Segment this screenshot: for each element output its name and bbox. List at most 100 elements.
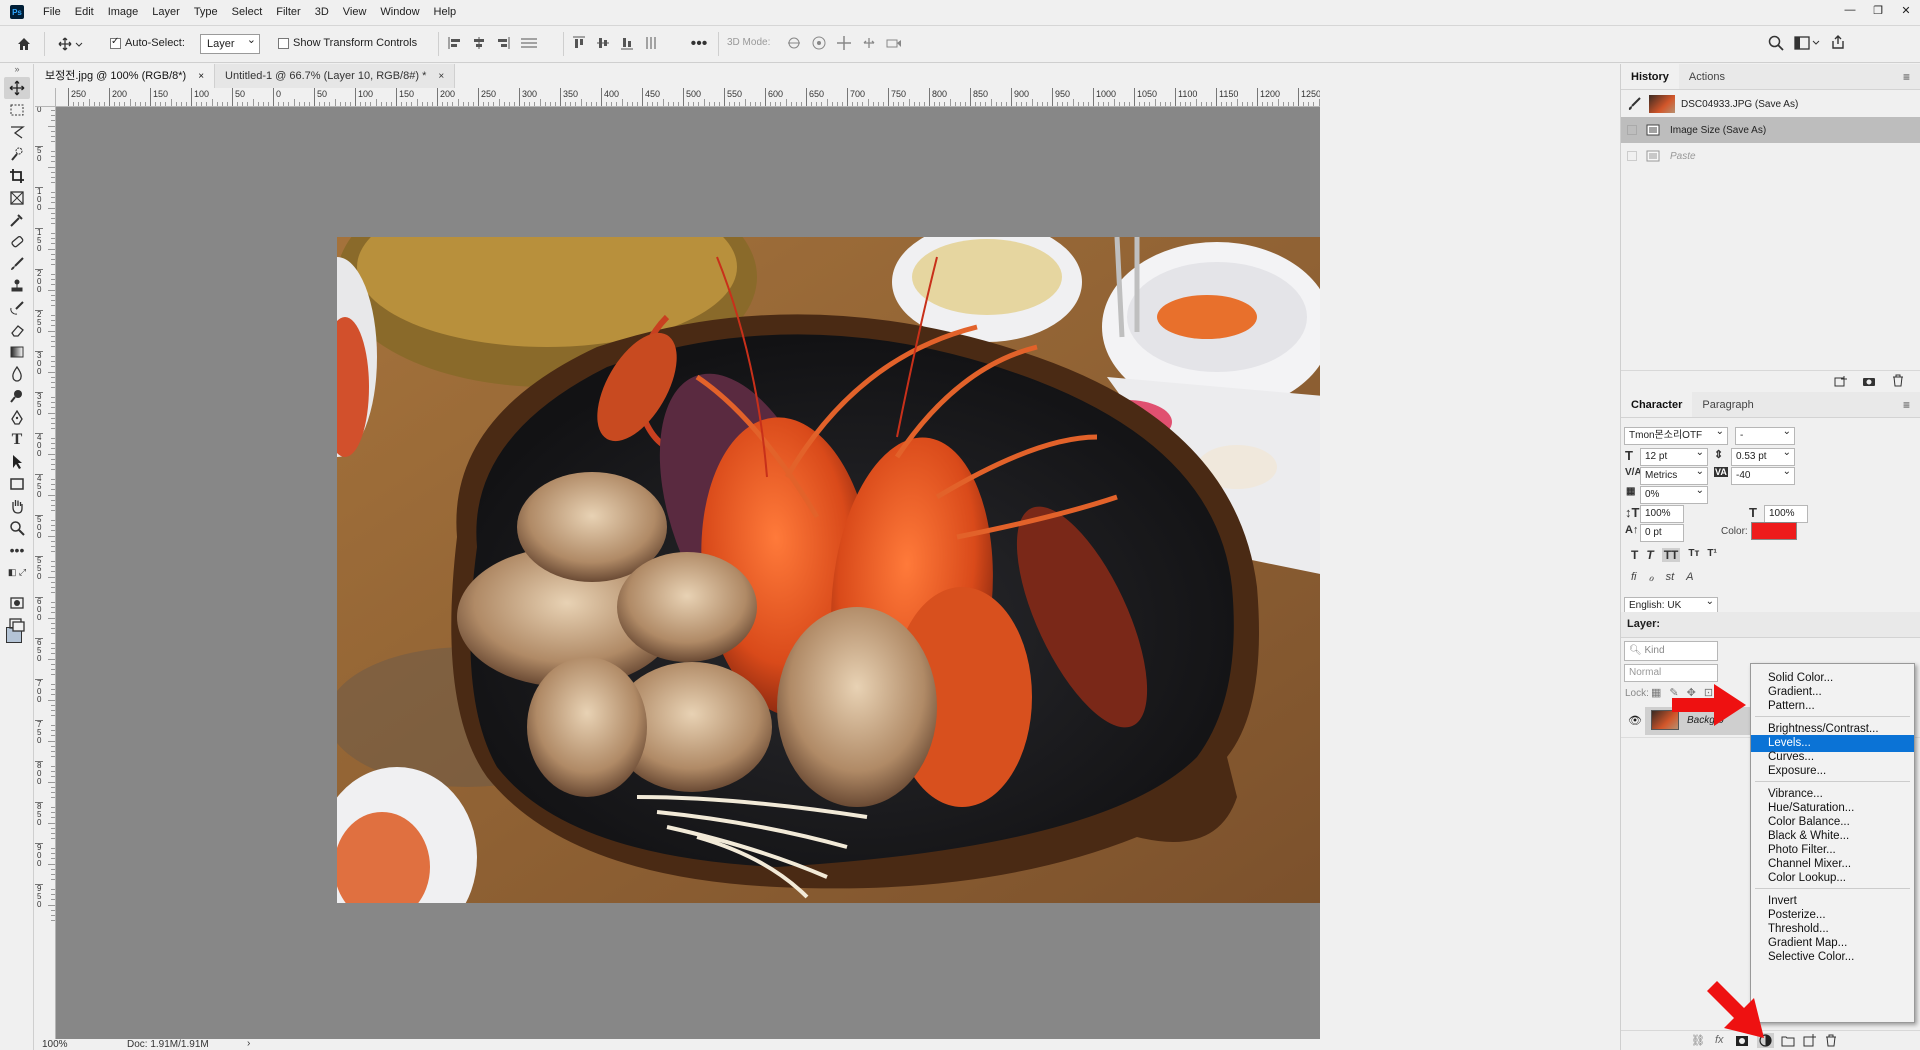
close-button[interactable]: ✕: [1892, 0, 1920, 20]
hand-tool-icon[interactable]: [4, 495, 30, 517]
history-snapshot[interactable]: DSC04933.JPG (Save As): [1621, 91, 1920, 117]
faux-bold-button[interactable]: T: [1631, 548, 1638, 562]
font-family-dropdown[interactable]: Tmon몬소리OTF: [1624, 424, 1728, 445]
delete-layer-trash-icon[interactable]: [1825, 1034, 1837, 1047]
gradient-tool-icon[interactable]: [4, 341, 30, 363]
font-style-dropdown[interactable]: -: [1735, 424, 1795, 445]
quick-selection-tool-icon[interactable]: [4, 143, 30, 165]
faux-italic-button[interactable]: T: [1646, 548, 1653, 562]
tab-document-1[interactable]: 보정전.jpg @ 100% (RGB/8*) ×: [35, 64, 216, 88]
quick-mask-icon[interactable]: [4, 592, 30, 614]
pen-tool-icon[interactable]: [4, 407, 30, 429]
zoom-level[interactable]: 100%: [42, 1039, 68, 1050]
tab-close-icon[interactable]: ×: [198, 71, 204, 82]
titling-button[interactable]: A: [1686, 571, 1693, 584]
discretionary-ligatures-button[interactable]: ℴ: [1649, 571, 1654, 584]
menu-image[interactable]: Image: [101, 0, 146, 24]
all-caps-button[interactable]: TT: [1661, 548, 1681, 562]
menu-select[interactable]: Select: [225, 0, 270, 24]
marquee-tool-icon[interactable]: [4, 99, 30, 121]
menu-item-color-lookup[interactable]: Color Lookup...: [1751, 870, 1914, 887]
align-bottom-icon[interactable]: [620, 36, 634, 50]
ligatures-button[interactable]: fi: [1631, 571, 1637, 584]
frame-tool-icon[interactable]: [4, 187, 30, 209]
ruler-origin[interactable]: [35, 88, 56, 107]
document-image[interactable]: [337, 237, 1335, 903]
menu-item-exposure[interactable]: Exposure...: [1751, 763, 1914, 780]
home-icon[interactable]: [14, 34, 34, 54]
share-icon[interactable]: [1830, 34, 1846, 50]
menu-filter[interactable]: Filter: [269, 0, 307, 24]
horizontal-scale-field[interactable]: 100%: [1764, 505, 1808, 523]
menu-file[interactable]: File: [36, 0, 68, 24]
align-hcenter-icon[interactable]: [472, 36, 486, 50]
align-left-icon[interactable]: [448, 36, 462, 50]
tracking-dropdown[interactable]: -40: [1731, 464, 1795, 485]
menu-item-pattern[interactable]: Pattern...: [1751, 698, 1914, 715]
align-right-icon[interactable]: [496, 36, 510, 50]
orbit-3d-icon[interactable]: [786, 35, 802, 51]
history-state-image-size[interactable]: Image Size (Save As): [1621, 117, 1920, 143]
healing-brush-tool-icon[interactable]: [4, 231, 30, 253]
menu-layer[interactable]: Layer: [145, 0, 187, 24]
distribute-icon[interactable]: [520, 36, 538, 50]
tab-paragraph[interactable]: Paragraph: [1692, 392, 1763, 417]
pan-3d-icon[interactable]: [836, 35, 852, 51]
menu-view[interactable]: View: [336, 0, 374, 24]
text-color-swatch[interactable]: [1751, 522, 1797, 540]
move-tool-preset-icon[interactable]: [56, 34, 86, 54]
slide-3d-icon[interactable]: [861, 35, 877, 51]
zoom-tool-icon[interactable]: [4, 517, 30, 539]
workspace-icon[interactable]: [1794, 35, 1820, 51]
eyedropper-tool-icon[interactable]: [4, 209, 30, 231]
tab-character[interactable]: Character: [1621, 392, 1693, 417]
menu-item-selective-color[interactable]: Selective Color...: [1751, 949, 1914, 966]
history-brush-tool-icon[interactable]: [4, 297, 30, 319]
path-selection-tool-icon[interactable]: [4, 451, 30, 473]
menu-window[interactable]: Window: [373, 0, 426, 24]
tab-actions[interactable]: Actions: [1679, 64, 1735, 89]
new-document-from-state-icon[interactable]: [1834, 375, 1848, 387]
vertical-scale-field[interactable]: 100%: [1640, 505, 1684, 523]
tab-history[interactable]: History: [1621, 64, 1679, 89]
move-tool-icon[interactable]: [4, 77, 30, 99]
align-top-icon[interactable]: [572, 36, 586, 50]
layer-kind-filter[interactable]: 🔍︎ Kind: [1624, 641, 1718, 661]
auto-select-checkbox[interactable]: [110, 36, 121, 49]
character-panel-menu-icon[interactable]: ≡: [1893, 392, 1920, 417]
new-snapshot-camera-icon[interactable]: [1862, 375, 1876, 387]
roll-3d-icon[interactable]: [811, 35, 827, 51]
history-brush-source-icon[interactable]: [1627, 97, 1641, 111]
history-state-paste[interactable]: Paste: [1621, 143, 1920, 169]
type-tool-icon[interactable]: T: [4, 429, 30, 451]
tsume-dropdown[interactable]: 0%: [1640, 483, 1708, 504]
history-state-checkbox[interactable]: [1627, 151, 1637, 161]
delete-state-trash-icon[interactable]: [1892, 374, 1904, 387]
edit-toolbar-icon[interactable]: •••: [4, 539, 30, 561]
lock-transparent-icon[interactable]: ▦: [1651, 686, 1661, 699]
show-transform-checkbox[interactable]: [278, 37, 289, 49]
new-layer-icon[interactable]: [1803, 1034, 1816, 1047]
new-group-folder-icon[interactable]: [1781, 1035, 1795, 1047]
history-state-checkbox[interactable]: [1627, 125, 1637, 135]
more-options-icon[interactable]: •••: [688, 34, 710, 54]
screen-mode-icon[interactable]: [4, 614, 30, 636]
lasso-tool-icon[interactable]: [4, 121, 30, 143]
status-menu-arrow-icon[interactable]: ›: [247, 1038, 250, 1049]
layer-visibility-eye-icon[interactable]: 👁︎: [1628, 714, 1642, 727]
tab-close-icon[interactable]: ×: [438, 71, 444, 82]
search-icon[interactable]: [1768, 35, 1784, 51]
menu-edit[interactable]: Edit: [68, 0, 101, 24]
dodge-tool-icon[interactable]: [4, 385, 30, 407]
swap-colors-icon[interactable]: ◧ ⤢: [4, 561, 30, 583]
menu-3d[interactable]: 3D: [308, 0, 336, 24]
baseline-shift-field[interactable]: 0 pt: [1640, 524, 1684, 542]
tab-document-2[interactable]: Untitled-1 @ 66.7% (Layer 10, RGB/8#) * ×: [215, 64, 456, 88]
menu-help[interactable]: Help: [427, 0, 464, 24]
crop-tool-icon[interactable]: [4, 165, 30, 187]
align-vcenter-icon[interactable]: [596, 36, 610, 50]
rectangle-tool-icon[interactable]: [4, 473, 30, 495]
distribute-vertical-icon[interactable]: [644, 36, 658, 50]
blur-tool-icon[interactable]: [4, 363, 30, 385]
menu-type[interactable]: Type: [187, 0, 225, 24]
